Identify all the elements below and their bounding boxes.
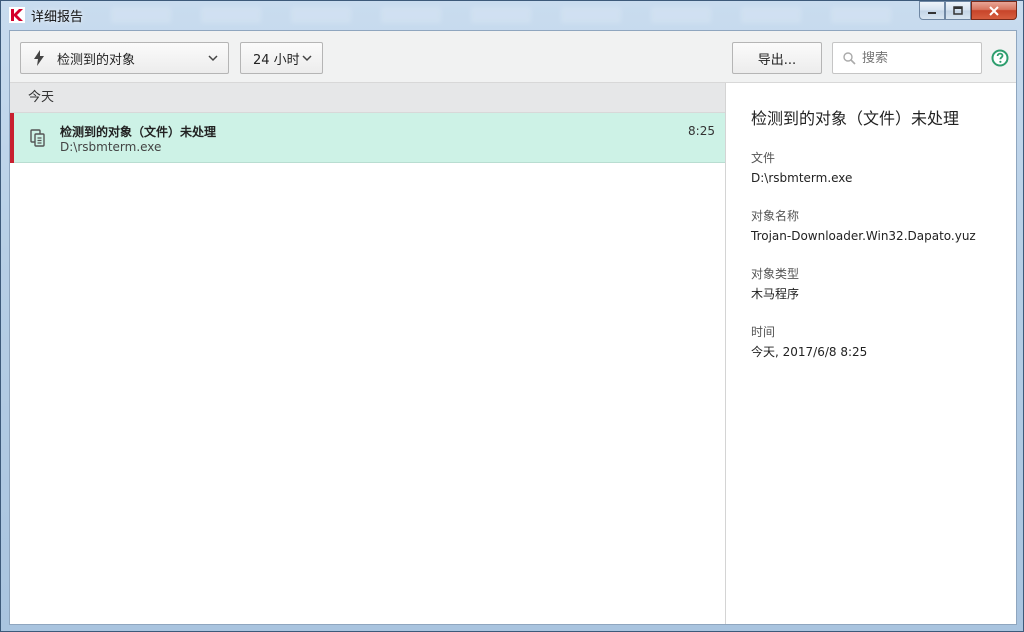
maximize-icon [953,6,963,15]
chevron-down-icon [208,55,218,62]
window-controls [919,1,1017,20]
detail-value: 今天, 2017/6/8 8:25 [751,345,868,359]
detail-field-object-type: 对象类型 木马程序 [751,265,1016,303]
close-button[interactable] [971,1,1017,20]
chevron-down-icon [302,55,312,62]
list-item[interactable]: 检测到的对象（文件）未处理 D:\rsbmterm.exe 8:25 [10,113,725,163]
detail-field-object-name: 对象名称 Trojan-Downloader.Win32.Dapato.yuz [751,207,1016,245]
detail-field-file: 文件 D:\rsbmterm.exe [751,149,1016,187]
close-icon [989,5,999,16]
list-item-path: D:\rsbmterm.exe [60,140,162,154]
report-client-area: 检测到的对象 24 小时 导出... 搜索 今天 检测到的对象（文件）未处理 D… [9,30,1017,625]
window-title: 详细报告 [31,10,84,25]
minimize-icon [928,11,936,14]
alert-marker [10,113,14,163]
search-input[interactable] [862,50,972,66]
lightning-icon [34,50,44,66]
search-box[interactable] [832,42,982,74]
time-range-label: 24 小时 [253,52,300,68]
list-item-time: 8:25 [688,124,715,138]
time-range-dropdown[interactable]: 24 小时 [240,42,323,74]
minimize-button[interactable] [919,1,945,20]
search-icon [843,51,856,65]
export-button[interactable]: 导出... [732,42,822,74]
event-filter-label: 检测到的对象 [57,52,136,68]
maximize-button[interactable] [945,1,971,20]
background-blur [111,7,893,23]
event-list-panel: 今天 检测到的对象（文件）未处理 D:\rsbmterm.exe 8:25 [10,83,726,624]
list-item-title: 检测到的对象（文件）未处理 [60,125,217,139]
detail-value: D:\rsbmterm.exe [751,171,853,185]
detail-label: 文件 [751,151,776,165]
toolbar: 检测到的对象 24 小时 导出... [10,31,1016,83]
detail-value: Trojan-Downloader.Win32.Dapato.yuz [751,229,976,243]
app-window: 详细报告 检测到的对象 24 小时 导出... 搜索 今天 检测到的对象（文件）… [0,0,1024,632]
group-header-today: 今天 [10,83,725,113]
event-filter-dropdown[interactable]: 检测到的对象 [20,42,229,74]
kaspersky-logo-icon [9,7,25,23]
details-title: 检测到的对象（文件）未处理 [751,109,960,128]
detail-label: 对象名称 [751,209,800,223]
copy-files-icon [30,129,46,150]
detail-label: 对象类型 [751,267,800,281]
export-label: 导出... [757,52,797,68]
detail-label: 时间 [751,325,776,339]
help-icon[interactable] [991,49,1009,67]
title-bar[interactable]: 详细报告 [1,1,1023,30]
details-panel: 检测到的对象（文件）未处理 文件 D:\rsbmterm.exe 对象名称 Tr… [727,83,1016,624]
detail-value: 木马程序 [751,287,800,301]
detail-field-time: 时间 今天, 2017/6/8 8:25 [751,323,1016,361]
